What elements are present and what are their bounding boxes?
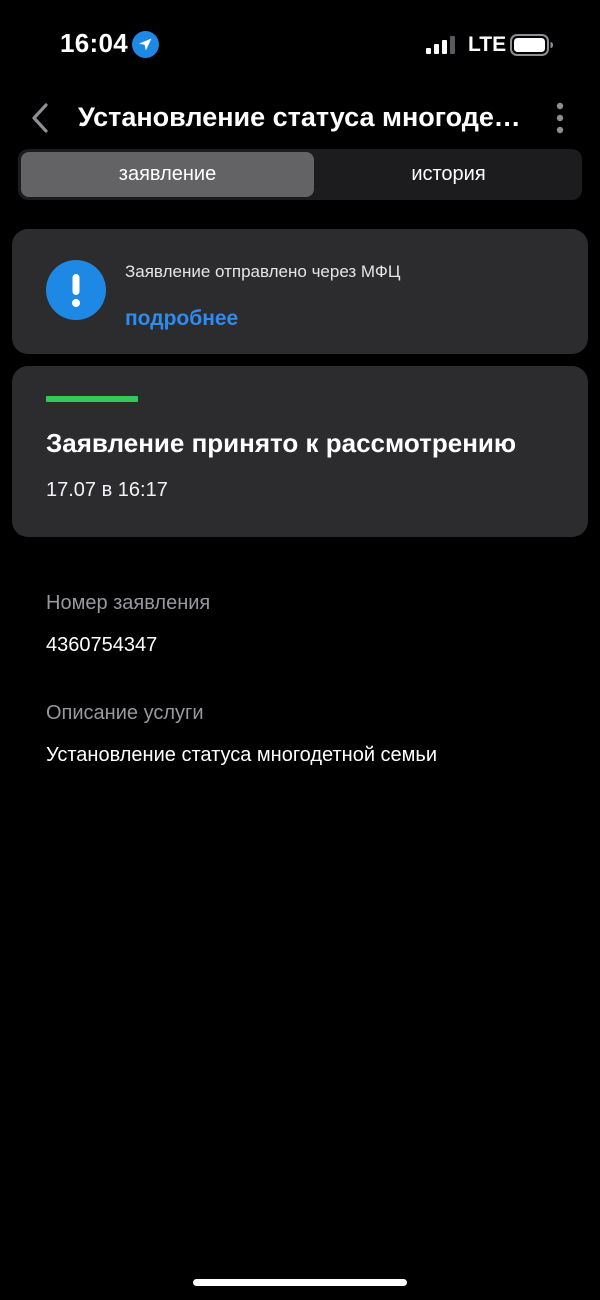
exclamation-icon — [72, 274, 80, 307]
more-vertical-icon[interactable] — [548, 100, 572, 136]
application-number-label: Номер заявления — [46, 592, 211, 614]
status-card: Заявление принято к рассмотрению 17.07 в… — [12, 366, 588, 537]
status-time: 16:04 — [60, 28, 128, 58]
segmented-control: заявление история — [18, 149, 582, 200]
notice-text: Заявление отправлено через МФЦ — [125, 262, 401, 281]
service-description-label: Описание услуги — [46, 702, 204, 724]
status-title: Заявление принято к рассмотрению — [46, 428, 517, 458]
details-link[interactable]: подробнее — [125, 307, 238, 331]
network-label: LTE — [468, 33, 507, 56]
status-bar: 16:04 LTE — [0, 0, 600, 90]
status-date: 17.07 в 16:17 — [46, 479, 168, 501]
notice-badge — [46, 260, 106, 320]
page-title: Установление статуса многодетной семьи — [78, 102, 526, 132]
home-indicator[interactable] — [193, 1279, 407, 1286]
service-description-value: Установление статуса многодетной семьи — [46, 744, 438, 766]
tab-history[interactable]: история — [318, 152, 579, 197]
nav-header: Установление статуса многодетной семьи — [0, 90, 600, 146]
application-number-value: 4360754347 — [46, 634, 158, 656]
notice-card: Заявление отправлено через МФЦ подробнее — [12, 229, 588, 354]
tab-application[interactable]: заявление — [21, 152, 314, 197]
location-arrow-icon — [132, 31, 159, 58]
chevron-left-icon[interactable] — [26, 101, 54, 135]
cellular-signal-icon — [426, 36, 455, 54]
status-progress-bar — [46, 396, 138, 402]
battery-icon — [510, 34, 553, 56]
